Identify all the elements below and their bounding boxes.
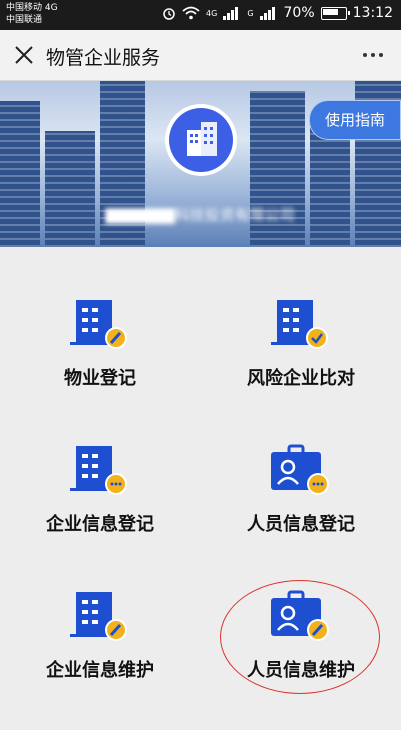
building-edit-icon [70, 592, 127, 641]
signal-icon-2 [259, 6, 278, 20]
tile-label: 风险企业比对 [247, 368, 355, 389]
status-indicators: 4G G 70% 13:12 [162, 5, 393, 21]
building-more-icon [70, 446, 127, 495]
service-personnel-registration[interactable]: 人员信息登记 [201, 444, 401, 584]
highlight-circle [220, 580, 380, 694]
company-name: ▇▇▇▇▇▇科技投资有限公司 [105, 206, 295, 224]
signal-icon-1 [223, 6, 241, 20]
carrier-line-2: 中国联通 [6, 15, 43, 25]
service-enterprise-registration[interactable]: 企业信息登记 [0, 444, 200, 584]
more-options-button[interactable] [363, 53, 383, 57]
battery-icon [320, 6, 350, 20]
company-logo [165, 104, 237, 176]
building-edit-icon [70, 300, 127, 349]
carrier-info: 中国移动 4G 中国联通 [6, 2, 58, 26]
wifi-icon [182, 6, 200, 20]
guide-button[interactable]: 使用指南 [309, 100, 401, 140]
close-icon[interactable] [12, 43, 36, 67]
battery-percent: 70% [283, 5, 315, 21]
building-check-icon [271, 300, 328, 349]
carrier-line-1: 中国移动 4G [6, 3, 58, 13]
building-icon [187, 122, 217, 156]
service-enterprise-maintenance[interactable]: 企业信息维护 [0, 590, 200, 730]
alarm-icon [163, 8, 175, 20]
id-card-more-icon [271, 444, 329, 495]
tile-label: 物业登记 [64, 368, 136, 389]
tile-label: 企业信息登记 [46, 514, 154, 535]
status-bar: 中国移动 4G 中国联通 4G G 70% 13:12 [0, 0, 401, 30]
network-badge-2: G [247, 8, 254, 18]
network-badge-1: 4G [206, 8, 218, 18]
service-property-registration[interactable]: 物业登记 [0, 298, 200, 438]
tile-label: 企业信息维护 [46, 660, 154, 681]
clock: 13:12 [352, 5, 393, 21]
service-risk-comparison[interactable]: 风险企业比对 [201, 298, 401, 438]
app-header: 物管企业服务 [0, 30, 401, 81]
page-title: 物管企业服务 [46, 47, 161, 69]
tile-label: 人员信息登记 [247, 514, 355, 535]
